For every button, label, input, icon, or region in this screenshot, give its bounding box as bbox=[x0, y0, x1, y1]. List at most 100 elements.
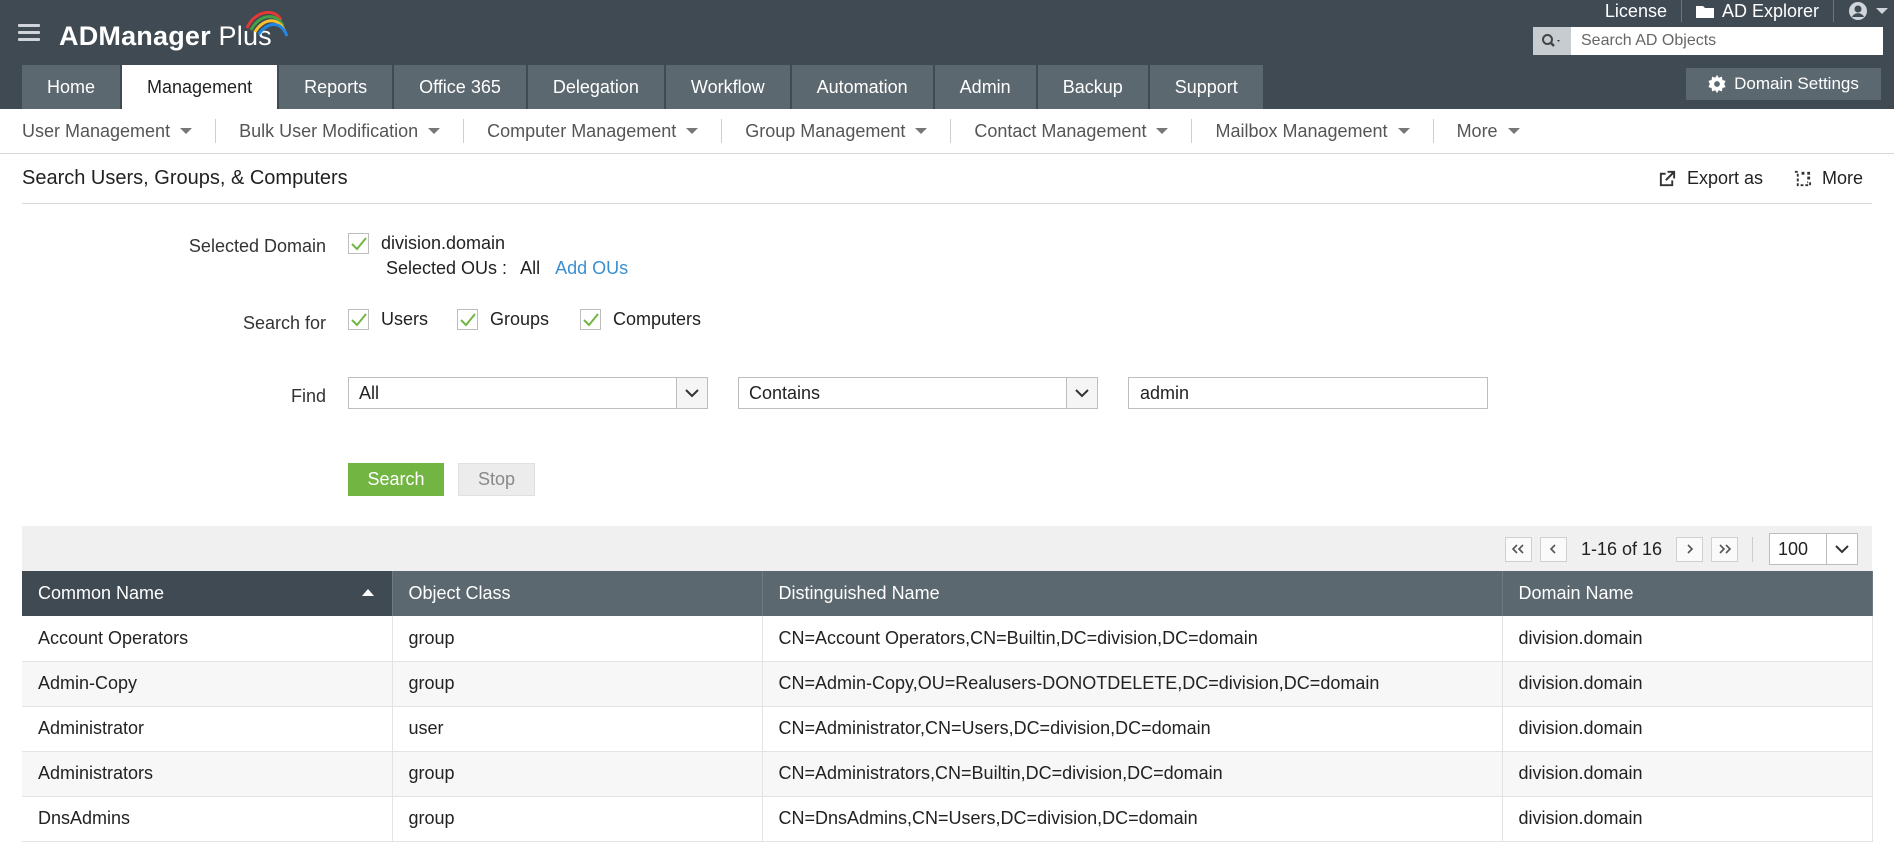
column-header-object-class[interactable]: Object Class bbox=[392, 571, 763, 616]
find-text-input[interactable] bbox=[1128, 377, 1488, 409]
column-header-common-name[interactable]: Common Name bbox=[22, 571, 393, 616]
search-button[interactable]: Search bbox=[348, 463, 444, 496]
tab-label: Support bbox=[1174, 76, 1238, 97]
subnav-mailbox-management[interactable]: Mailbox Management bbox=[1215, 119, 1434, 143]
search-for-groups: Groups bbox=[457, 309, 549, 330]
tab-office-365[interactable]: Office 365 bbox=[394, 65, 526, 109]
ad-explorer-link[interactable]: AD Explorer bbox=[1682, 0, 1834, 22]
page-size-select[interactable]: 100 bbox=[1769, 533, 1858, 565]
cell-domain-name: division.domain bbox=[1502, 751, 1873, 797]
subnav-label: User Management bbox=[22, 120, 171, 141]
table-row[interactable]: Administrator user CN=Administrator,CN=U… bbox=[22, 706, 1873, 752]
results-table: Common Name Object Class Distinguished N… bbox=[22, 571, 1873, 842]
table-row[interactable]: Admin-Copy group CN=Admin-Copy,OU=Realus… bbox=[22, 661, 1873, 707]
search-input[interactable] bbox=[1571, 27, 1883, 55]
tab-admin[interactable]: Admin bbox=[934, 65, 1036, 109]
checkmark-icon bbox=[459, 312, 476, 326]
domain-checkbox-row: division.domain bbox=[348, 233, 505, 254]
subnav-contact-management[interactable]: Contact Management bbox=[974, 119, 1193, 143]
first-page-icon[interactable] bbox=[1504, 536, 1532, 562]
tab-automation[interactable]: Automation bbox=[791, 65, 933, 109]
search-for-computers: Computers bbox=[580, 309, 701, 330]
user-menu[interactable] bbox=[1834, 0, 1894, 22]
pager-divider bbox=[1752, 536, 1753, 562]
find-condition-value: Contains bbox=[749, 382, 821, 403]
users-checkbox[interactable] bbox=[348, 309, 369, 330]
cell-domain-name: division.domain bbox=[1502, 796, 1873, 842]
tab-workflow[interactable]: Workflow bbox=[665, 65, 790, 109]
checkmark-icon bbox=[350, 312, 367, 326]
search-for-label: Search for bbox=[242, 313, 326, 333]
cell-domain-name: division.domain bbox=[1502, 616, 1873, 662]
selected-ous-row: Selected OUs : All Add OUs bbox=[386, 258, 628, 279]
page-title: Search Users, Groups, & Computers bbox=[22, 167, 348, 189]
app-logo[interactable]: ADManager Plus bbox=[59, 11, 289, 56]
search-icon[interactable] bbox=[1533, 27, 1571, 55]
chevron-down-icon bbox=[1826, 534, 1857, 564]
add-ous-link[interactable]: Add OUs bbox=[555, 258, 628, 278]
tab-label: Home bbox=[47, 76, 96, 97]
subnav-bulk-user-modification[interactable]: Bulk User Modification bbox=[239, 119, 465, 143]
column-header-distinguished-name[interactable]: Distinguished Name bbox=[762, 571, 1503, 616]
subnav-user-management[interactable]: User Management bbox=[22, 119, 217, 143]
domain-value: division.domain bbox=[381, 233, 506, 253]
tab-support[interactable]: Support bbox=[1149, 65, 1263, 109]
hamburger-icon[interactable] bbox=[18, 24, 40, 42]
tab-label: Backup bbox=[1062, 76, 1123, 97]
subnav-label: Computer Management bbox=[487, 120, 677, 141]
subnav-computer-management[interactable]: Computer Management bbox=[487, 119, 723, 143]
gear-icon bbox=[1708, 75, 1726, 93]
cell-object-class: group bbox=[392, 661, 763, 707]
more-actions-button[interactable]: More bbox=[1793, 168, 1863, 189]
table-row[interactable]: DnsAdmins group CN=DnsAdmins,CN=Users,DC… bbox=[22, 796, 1873, 842]
next-page-icon[interactable] bbox=[1676, 536, 1703, 562]
cell-common-name: DnsAdmins bbox=[22, 796, 393, 842]
export-as-button[interactable]: Export as bbox=[1658, 168, 1763, 189]
subnav-more[interactable]: More bbox=[1457, 119, 1543, 143]
groups-checkbox[interactable] bbox=[457, 309, 478, 330]
find-condition-select[interactable]: Contains bbox=[738, 377, 1098, 409]
more-icon bbox=[1794, 170, 1812, 187]
tab-label: Management bbox=[147, 76, 253, 97]
tab-delegation[interactable]: Delegation bbox=[527, 65, 664, 109]
stop-button[interactable]: Stop bbox=[458, 463, 535, 496]
table-row[interactable]: Administrators group CN=Administrators,C… bbox=[22, 751, 1873, 797]
find-label: Find bbox=[290, 386, 326, 406]
subnav-label: Mailbox Management bbox=[1215, 120, 1388, 141]
cell-distinguished-name: CN=Administrators,CN=Builtin,DC=division… bbox=[762, 751, 1503, 797]
cell-common-name: Administrators bbox=[22, 751, 393, 797]
tab-label: Automation bbox=[816, 76, 908, 97]
subnav-group-management[interactable]: Group Management bbox=[745, 119, 952, 143]
computers-checkbox[interactable] bbox=[580, 309, 601, 330]
chevron-down-icon bbox=[1507, 128, 1520, 134]
tab-backup[interactable]: Backup bbox=[1037, 65, 1148, 109]
chevron-down-icon bbox=[1156, 128, 1169, 134]
tab-label: Delegation bbox=[552, 76, 639, 97]
previous-page-icon[interactable] bbox=[1539, 536, 1567, 562]
results-toolbar: 1-16 of 16 100 bbox=[22, 526, 1872, 571]
subnav-label: Bulk User Modification bbox=[239, 120, 419, 141]
tab-management[interactable]: Management bbox=[122, 65, 278, 109]
pagination: 1-16 of 16 100 bbox=[1504, 533, 1858, 565]
column-header-label: Common Name bbox=[38, 583, 165, 603]
domain-checkbox[interactable] bbox=[348, 233, 369, 254]
subnav-label: Group Management bbox=[745, 120, 906, 141]
page-actions: Export as More bbox=[1658, 168, 1863, 189]
selected-ous-label: Selected OUs : bbox=[386, 258, 508, 278]
chevron-down-icon bbox=[1066, 378, 1097, 408]
tab-reports[interactable]: Reports bbox=[279, 65, 393, 109]
domain-settings-button[interactable]: Domain Settings bbox=[1686, 68, 1881, 100]
last-page-icon[interactable] bbox=[1711, 536, 1738, 562]
cell-object-class: group bbox=[392, 751, 763, 797]
chevron-down-icon bbox=[915, 128, 928, 134]
tab-home[interactable]: Home bbox=[22, 65, 121, 109]
tab-label: Reports bbox=[304, 76, 368, 97]
column-header-domain-name[interactable]: Domain Name bbox=[1502, 571, 1873, 616]
table-row[interactable]: Account Operators group CN=Account Opera… bbox=[22, 616, 1873, 662]
license-link[interactable]: License bbox=[1591, 0, 1682, 22]
export-as-label: Export as bbox=[1686, 168, 1763, 188]
selected-ous-value: All bbox=[520, 258, 541, 278]
cell-common-name: Administrator bbox=[22, 706, 393, 752]
table-header-row: Common Name Object Class Distinguished N… bbox=[22, 571, 1873, 616]
find-object-select[interactable]: All bbox=[348, 377, 708, 409]
